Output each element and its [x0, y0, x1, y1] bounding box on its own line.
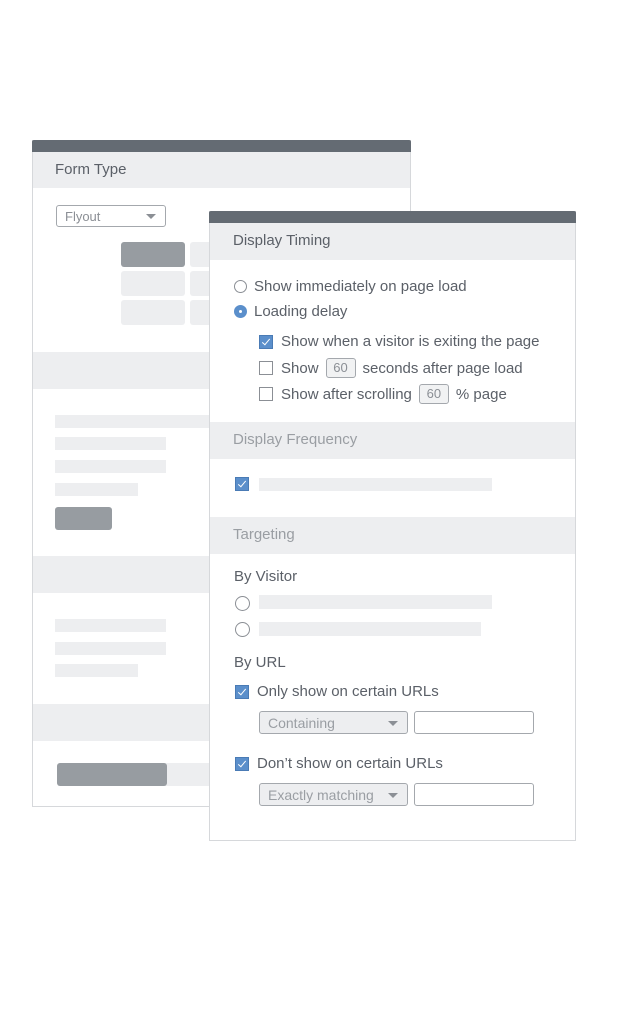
placeholder-line: [55, 642, 166, 655]
placeholder-line: [55, 664, 138, 677]
checkbox-icon[interactable]: [259, 361, 273, 375]
layout-tile[interactable]: [121, 271, 185, 296]
seconds-input[interactable]: 60: [325, 358, 356, 378]
select-value: Exactly matching: [268, 787, 374, 803]
checkbox-checked-icon[interactable]: [235, 684, 249, 699]
placeholder-line: [55, 437, 166, 450]
targeting-header: Targeting: [210, 517, 575, 554]
form-type-header: Form Type: [33, 152, 410, 188]
checkbox-checked-icon[interactable]: [235, 756, 249, 771]
visitor-option[interactable]: [235, 622, 257, 637]
display-rules-panel: Display Timing Show immediately on page …: [209, 211, 576, 841]
radio-show-immediately[interactable]: Show immediately on page load: [234, 278, 467, 295]
select-value: Containing: [268, 715, 335, 731]
by-url-label: By URL: [234, 654, 286, 671]
placeholder-line: [259, 595, 492, 609]
checkbox-label: Show when a visitor is exiting the page: [281, 333, 540, 350]
form-type-select-value: Flyout: [65, 209, 101, 224]
checkbox-label-prefix: Show after scrolling: [281, 385, 412, 403]
targeting-title: Targeting: [233, 526, 295, 543]
layout-tile-selected[interactable]: [121, 242, 185, 267]
radio-label: Loading delay: [254, 303, 348, 320]
placeholder-line: [259, 622, 481, 636]
dont-show-match-select[interactable]: Exactly matching: [259, 783, 408, 806]
checkbox-dont-show-urls[interactable]: Don’t show on certain URLs: [235, 755, 443, 772]
only-show-match-select[interactable]: Containing: [259, 711, 408, 734]
checkbox-checked-icon[interactable]: [235, 477, 249, 491]
checkbox-icon[interactable]: [259, 387, 273, 401]
radio-loading-delay[interactable]: Loading delay: [234, 303, 347, 320]
checkbox-seconds-delay[interactable]: Show 60 seconds after page load: [259, 358, 523, 378]
only-show-url-input[interactable]: [414, 711, 534, 734]
display-timing-title: Display Timing: [233, 232, 331, 249]
display-timing-header: Display Timing: [210, 223, 575, 260]
caret-down-icon: [146, 214, 156, 219]
checkbox-label-suffix: % page: [455, 385, 507, 403]
checkbox-exit-intent[interactable]: Show when a visitor is exiting the page: [259, 333, 539, 350]
caret-down-icon: [388, 721, 398, 726]
placeholder-line: [55, 415, 215, 428]
display-frequency-header: Display Frequency: [210, 422, 575, 459]
checkbox-checked-icon[interactable]: [259, 334, 273, 349]
by-visitor-label: By Visitor: [234, 568, 298, 585]
checkbox-scroll-delay[interactable]: Show after scrolling 60 % page: [259, 384, 507, 404]
placeholder-line: [55, 483, 138, 496]
checkbox-label: Don’t show on certain URLs: [257, 755, 443, 772]
caret-down-icon: [388, 793, 398, 798]
checkbox-label-suffix: seconds after page load: [362, 359, 523, 377]
dont-show-url-input[interactable]: [414, 783, 534, 806]
placeholder-line: [55, 619, 166, 632]
scroll-percent-input[interactable]: 60: [418, 384, 449, 404]
layout-tile[interactable]: [121, 300, 185, 325]
form-type-title: Form Type: [55, 161, 127, 178]
form-type-select[interactable]: Flyout: [56, 205, 166, 227]
visitor-option[interactable]: [235, 596, 257, 611]
radio-label: Show immediately on page load: [254, 278, 467, 295]
progress-fill: [57, 763, 167, 786]
panel-top-bar: [32, 140, 411, 152]
checkbox-label-prefix: Show: [281, 359, 319, 377]
radio-icon[interactable]: [235, 622, 250, 637]
placeholder-button[interactable]: [55, 507, 112, 530]
radio-icon[interactable]: [234, 280, 247, 293]
radio-icon[interactable]: [235, 596, 250, 611]
checkbox-label: Only show on certain URLs: [257, 683, 439, 700]
checkbox-only-show-urls[interactable]: Only show on certain URLs: [235, 683, 439, 700]
placeholder-line: [55, 460, 166, 473]
frequency-option[interactable]: [235, 477, 257, 491]
display-frequency-title: Display Frequency: [233, 431, 358, 448]
placeholder-line: [259, 478, 492, 491]
panel-top-bar: [209, 211, 576, 223]
radio-selected-icon[interactable]: [234, 305, 247, 318]
